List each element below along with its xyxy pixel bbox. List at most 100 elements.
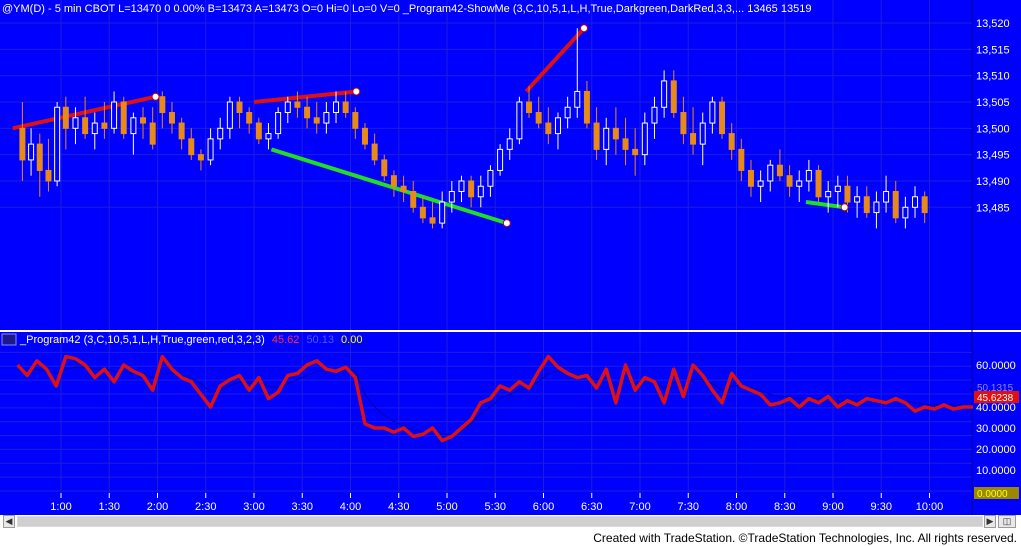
candle-body bbox=[892, 191, 899, 219]
candle-body bbox=[738, 148, 745, 171]
time-axis-label: 4:30 bbox=[388, 501, 409, 513]
candle-body bbox=[217, 127, 224, 140]
candle-body bbox=[439, 201, 446, 224]
candle-body bbox=[458, 180, 465, 193]
candle-body bbox=[719, 101, 726, 135]
candle-body bbox=[448, 191, 455, 203]
candle-body bbox=[574, 90, 581, 108]
candle-body bbox=[304, 106, 311, 119]
candle-body bbox=[19, 127, 26, 161]
candle-body bbox=[564, 106, 571, 119]
time-axis-label: 9:00 bbox=[822, 501, 843, 513]
candle-body bbox=[593, 122, 600, 150]
candle-body bbox=[284, 101, 291, 114]
price-axis-label: 13,520 bbox=[976, 18, 1010, 30]
indicator-axis-label: 10.0000 bbox=[976, 465, 1016, 477]
candle-body bbox=[159, 96, 166, 114]
candle-body bbox=[390, 175, 397, 187]
time-axis-label: 4:00 bbox=[340, 501, 361, 513]
time-axis-label: 3:30 bbox=[292, 501, 313, 513]
trendline-endpoint-dot bbox=[580, 24, 589, 33]
candle-body bbox=[612, 127, 619, 140]
indicator-name: _Program42 (3,C,10,5,1,L,H,True,green,re… bbox=[20, 334, 265, 346]
price-header: @YM(D) - 5 min CBOT L=13470 0 0.00% B=13… bbox=[2, 3, 812, 15]
scroll-right-button[interactable]: ▶ bbox=[984, 515, 996, 528]
trendline-endpoint-dot bbox=[502, 219, 511, 228]
price-axis-label: 13,495 bbox=[976, 150, 1010, 162]
indicator-pane[interactable] bbox=[0, 332, 972, 493]
red-value-tag: 45.6238 bbox=[977, 393, 1014, 404]
trendline-endpoint-dot bbox=[352, 87, 361, 96]
candle-body bbox=[516, 101, 523, 140]
trendline-endpoint-dot bbox=[151, 92, 160, 101]
candle-body bbox=[400, 185, 407, 193]
candle-body bbox=[371, 143, 378, 161]
candle-body bbox=[883, 191, 890, 203]
indicator-value2: 50.13 bbox=[306, 334, 334, 346]
candle-body bbox=[583, 90, 590, 124]
candle-body bbox=[526, 101, 533, 114]
candle-body bbox=[72, 117, 79, 129]
time-axis-label: 1:30 bbox=[99, 501, 120, 513]
price-axis-label: 13,500 bbox=[976, 123, 1010, 135]
candle-body bbox=[275, 112, 282, 135]
candle-body bbox=[168, 112, 175, 124]
indicator-header: _Program42 (3,C,10,5,1,L,H,True,green,re… bbox=[20, 334, 366, 346]
candle-body bbox=[680, 112, 687, 135]
candle-body bbox=[651, 106, 658, 124]
price-axis-label: 13,510 bbox=[976, 71, 1010, 83]
candle-body bbox=[661, 80, 668, 108]
indicator-value1: 45.62 bbox=[271, 334, 300, 346]
candle-body bbox=[863, 196, 870, 214]
candle-body bbox=[641, 122, 648, 156]
candle-body bbox=[632, 148, 639, 156]
time-axis-label: 8:30 bbox=[774, 501, 795, 513]
candle-body bbox=[834, 185, 841, 193]
candle-body bbox=[82, 117, 89, 135]
candle-body bbox=[786, 175, 793, 187]
time-axis-label: 7:30 bbox=[678, 501, 699, 513]
candle-body bbox=[62, 106, 69, 129]
horizontal-scrollbar-thumb[interactable] bbox=[18, 517, 982, 526]
candle-body bbox=[188, 138, 195, 156]
candle-body bbox=[149, 122, 156, 145]
candle-body bbox=[197, 154, 204, 161]
candle-body bbox=[28, 143, 35, 161]
candle-body bbox=[323, 112, 330, 124]
candle-body bbox=[352, 112, 359, 129]
time-axis-label: 8:00 bbox=[726, 501, 747, 513]
candle-body bbox=[815, 169, 822, 198]
candle-body bbox=[757, 180, 764, 187]
candle-body bbox=[699, 122, 706, 145]
candle-body bbox=[545, 122, 552, 135]
candle-body bbox=[912, 196, 919, 208]
time-axis-label: 7:00 bbox=[629, 501, 650, 513]
price-axis-label: 13,515 bbox=[976, 44, 1010, 56]
candle-body bbox=[36, 143, 43, 171]
candle-body bbox=[622, 138, 629, 150]
candle-body bbox=[554, 117, 561, 135]
candle-body bbox=[873, 201, 880, 214]
candle-body bbox=[805, 169, 812, 182]
indicator-axis-label: 20.0000 bbox=[976, 444, 1016, 456]
candle-body bbox=[91, 122, 98, 135]
candle-body bbox=[120, 101, 127, 135]
indicator-icon[interactable] bbox=[1, 333, 17, 346]
candle-body bbox=[381, 159, 388, 177]
time-axis-label: 2:30 bbox=[195, 501, 216, 513]
price-axis-label: 13,505 bbox=[976, 97, 1010, 109]
time-axis-label: 5:30 bbox=[485, 501, 506, 513]
candle-body bbox=[468, 180, 475, 198]
time-axis-label: 6:30 bbox=[581, 501, 602, 513]
zoom-button[interactable]: ◫ bbox=[998, 515, 1016, 528]
indicator-value3: 0.00 bbox=[341, 334, 363, 346]
candle-body bbox=[333, 101, 340, 114]
candle-body bbox=[45, 169, 52, 182]
candle-body bbox=[796, 180, 803, 187]
candle-body bbox=[101, 122, 108, 129]
candle-body bbox=[294, 101, 301, 108]
candle-body bbox=[429, 217, 436, 224]
candle-body bbox=[265, 133, 272, 140]
scroll-left-button[interactable]: ◀ bbox=[3, 515, 15, 528]
candle-body bbox=[419, 206, 426, 219]
